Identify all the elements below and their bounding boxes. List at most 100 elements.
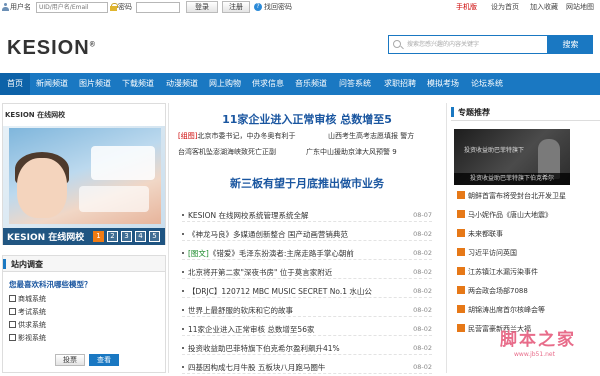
survey-option[interactable]: 商城系统 [9, 294, 46, 304]
topic-list-text: 习近平访问英国 [468, 249, 517, 257]
search-placeholder: 搜索您感兴趣的内容关键字 [407, 41, 480, 48]
news-title[interactable]: 世界上最舒服的软床和它的故事 [188, 305, 293, 316]
topic-list-item[interactable]: 江苏镇江水漏污染事件 [457, 267, 538, 277]
slider-page-4[interactable]: 4 [135, 231, 146, 242]
add-favorite-link[interactable]: 加入收藏 [530, 2, 558, 12]
news-title[interactable]: 四基因构成七月牛股 五板块八月跑马圈牛 [188, 362, 325, 373]
sub-news-item[interactable]: 广东中山援助京津大风预警 9 [306, 147, 397, 157]
nav-item[interactable]: 图片频道 [74, 73, 116, 95]
nav-item[interactable]: 新闻频道 [30, 73, 74, 95]
register-button[interactable]: 注册 [222, 1, 250, 13]
news-title[interactable]: 《神龙马良》多媒通创新整合 国产动画营销典范 [188, 229, 348, 240]
survey-option[interactable]: 影视系统 [9, 333, 46, 343]
search-input[interactable]: 搜索您感兴趣的内容关键字 [388, 35, 548, 54]
nav-item[interactable]: 问答系统 [332, 73, 378, 95]
topic-list-item[interactable]: 未来都联事 [457, 229, 503, 239]
topic-list-text: 两会政会场部7088 [468, 287, 528, 295]
nav-item[interactable]: 下载频道 [116, 73, 160, 95]
center-column: 11家企业进入正常审核 总数增至5 [组图]北京市委书记，中办冬奥有利于 山西考… [172, 103, 442, 374]
slider-page-1[interactable]: 1 [93, 231, 104, 242]
news-date: 08-02 [413, 230, 432, 238]
news-title[interactable]: 11家企业进入正常审核 总数增至56家 [188, 324, 314, 335]
survey-panel: 站内调查 您最喜欢科汛哪些模型？ 商城系统 考试系统 供求系统 影视系统 投票 … [2, 255, 166, 373]
nav-item[interactable]: 首页 [0, 73, 30, 95]
news-title[interactable]: 【DRJC】120712 MBC MUSIC SECRET No.1 水山公 [188, 286, 372, 297]
news-title[interactable]: 投资收益助巴菲特旗下伯克希尔盈利飙升41% [188, 343, 340, 354]
topic-list-item[interactable]: 马小妮作品《唐山大地震》 [457, 210, 552, 220]
topic-list-item[interactable]: 习近平访问英国 [457, 248, 517, 258]
news-title-text: 《错爱》毛泽东扮演者:主席走路手掌心朝前 [208, 249, 354, 258]
news-row[interactable]: 北京将开第二家"深夜书房" 位于莫言家附近 08-02 [182, 265, 432, 279]
news-row[interactable]: 【DRJC】120712 MBC MUSIC SECRET No.1 水山公 08… [182, 284, 432, 298]
slider-page-5[interactable]: 5 [149, 231, 160, 242]
sub-news-item[interactable]: 台湾客机坠澎湖海峡致死亡正副 [178, 147, 276, 157]
news-date: 08-02 [413, 268, 432, 276]
site-logo[interactable]: KESION® [7, 37, 96, 60]
nav-item[interactable]: 模拟考场 [422, 73, 464, 95]
news-row[interactable]: 投资收益助巴菲特旗下伯克希尔盈利飙升41% 08-02 [182, 341, 432, 355]
slide-image[interactable] [9, 128, 161, 224]
topic-list-text: 江苏镇江水漏污染事件 [468, 268, 538, 276]
view-results-button[interactable]: 查看 [89, 354, 119, 366]
nav-item[interactable]: 求职招聘 [378, 73, 422, 95]
bullet-icon [182, 347, 184, 349]
survey-option[interactable]: 考试系统 [9, 307, 46, 317]
nav-item[interactable]: 动漫频道 [160, 73, 204, 95]
topic-list-item[interactable]: 胡锦涛出席首尔核峰会等 [457, 305, 545, 315]
nav-item[interactable]: 供求信息 [246, 73, 290, 95]
image-slider[interactable]: KESION 在线网校 KESION 在线网校 1 2 3 4 5 [2, 103, 166, 245]
survey-title: 站内调查 [11, 260, 43, 269]
checkbox[interactable] [9, 321, 16, 328]
topic-list-item[interactable]: 两会政会场部7088 [457, 286, 528, 296]
top-login-bar: 用户名 密码 登录 注册 ? 找回密码 手机版 设为首页 加入收藏 网站地图 [0, 0, 600, 15]
checkbox[interactable] [9, 295, 16, 302]
news-date: 08-02 [413, 363, 432, 371]
sub-news-item[interactable]: [组图]北京市委书记，中办冬奥有利于 [178, 131, 295, 141]
survey-option[interactable]: 供求系统 [9, 320, 46, 330]
slider-page-2[interactable]: 2 [107, 231, 118, 242]
checkbox[interactable] [9, 334, 16, 341]
topic-header-bar [451, 107, 454, 117]
help-icon: ? [254, 3, 262, 11]
set-home-link[interactable]: 设为首页 [491, 2, 519, 12]
slider-page-3[interactable]: 3 [121, 231, 132, 242]
bullet-icon [457, 324, 465, 332]
nav-item[interactable]: 论坛系统 [464, 73, 510, 95]
nav-item[interactable]: 网上购物 [204, 73, 246, 95]
news-row[interactable]: 《神龙马良》多媒通创新整合 国产动画营销典范 08-02 [182, 227, 432, 241]
news-title[interactable]: KESION 在线网校系统管理系统全解 [188, 210, 309, 221]
news-row[interactable]: 11家企业进入正常审核 总数增至56家 08-02 [182, 322, 432, 336]
watermark-url: www.jb51.net [514, 351, 555, 358]
thumbnail-text: 投资收益助巴菲特旗下 [464, 147, 525, 154]
login-button[interactable]: 登录 [186, 1, 218, 13]
nav-item[interactable]: 音乐频道 [290, 73, 332, 95]
site-map-link[interactable]: 网站地图 [566, 2, 594, 12]
headline-1[interactable]: 11家企业进入正常审核 总数增至5 [172, 111, 442, 127]
news-title[interactable]: [图文]《错爱》毛泽东扮演者:主席走路手掌心朝前 [188, 248, 354, 259]
news-category: [图文] [188, 249, 209, 258]
username-label: 用户名 [10, 3, 31, 11]
search-button[interactable]: 搜索 [548, 35, 593, 54]
username-input[interactable] [36, 2, 108, 13]
headline-2[interactable]: 新三板有望于月底推出做市业务 [172, 175, 442, 191]
topic-thumbnail[interactable]: 投资收益助巴菲特旗下 投资收益助巴菲特旗下伯克希尔 [454, 129, 570, 185]
news-date: 08-02 [413, 287, 432, 295]
forgot-password-link[interactable]: 找回密码 [264, 2, 292, 12]
news-row[interactable]: 世界上最舒服的软床和它的故事 08-02 [182, 303, 432, 317]
checkbox[interactable] [9, 308, 16, 315]
news-row[interactable]: 四基因构成七月牛股 五板块八月跑马圈牛 08-02 [182, 360, 432, 374]
news-title[interactable]: 北京将开第二家"深夜书房" 位于莫言家附近 [188, 267, 332, 278]
bullet-icon [457, 229, 465, 237]
bullet-icon [182, 290, 184, 292]
news-row[interactable]: KESION 在线网校系统管理系统全解 08-07 [182, 208, 432, 222]
site-header: KESION® 搜索您感兴趣的内容关键字 搜索 [0, 15, 600, 73]
mobile-version-link[interactable]: 手机版 [456, 2, 477, 12]
sub-news-item[interactable]: 山西考生高考志愿填报 警方 [328, 131, 414, 141]
vote-button[interactable]: 投票 [55, 354, 85, 366]
bullet-icon [182, 271, 184, 273]
password-input[interactable] [136, 2, 180, 13]
search-icon [393, 40, 401, 48]
topic-list-item[interactable]: 朝鲜首富布将受封台北开发卫星 [457, 191, 566, 201]
news-row[interactable]: [图文]《错爱》毛泽东扮演者:主席走路手掌心朝前 08-02 [182, 246, 432, 260]
slide-logo: KESION 在线网校 [5, 111, 66, 119]
